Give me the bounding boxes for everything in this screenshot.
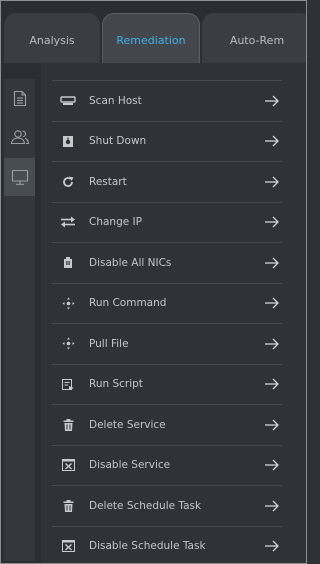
arrow-right-icon xyxy=(262,417,282,433)
scan-host-icon xyxy=(52,93,84,109)
document-icon xyxy=(13,90,26,106)
action-scan-host[interactable]: Scan Host xyxy=(52,80,282,121)
remediation-panel: Scan Host Shut Down Restart Change IP Di… xyxy=(41,63,306,563)
tab-auto-rem[interactable]: Auto-Rem xyxy=(202,13,306,63)
action-disable-schedule-task[interactable]: Disable Schedule Task xyxy=(52,525,282,564)
action-delete-service[interactable]: Delete Service xyxy=(52,404,282,445)
disable-service-icon xyxy=(52,457,84,473)
tab-remediation-label: Remediation xyxy=(116,34,186,47)
pull-file-icon xyxy=(52,336,84,352)
arrow-right-icon xyxy=(262,93,282,109)
trash-icon xyxy=(52,498,84,514)
arrow-right-icon xyxy=(262,214,282,230)
trash-icon xyxy=(52,417,84,433)
tab-auto-rem-label: Auto-Rem xyxy=(229,33,285,47)
tab-remediation[interactable]: Remediation xyxy=(102,13,200,63)
action-run-script[interactable]: Run Script xyxy=(52,363,282,405)
rail-item-users[interactable] xyxy=(4,118,35,156)
action-restart[interactable]: Restart xyxy=(52,161,282,202)
arrow-right-icon xyxy=(262,498,282,514)
arrow-right-icon xyxy=(262,457,282,473)
action-change-ip[interactable]: Change IP xyxy=(52,201,282,243)
disable-nics-icon xyxy=(52,255,84,271)
action-label: Run Command xyxy=(89,297,167,310)
action-label: Scan Host xyxy=(89,94,142,107)
shut-down-icon xyxy=(52,133,84,149)
arrow-right-icon xyxy=(262,174,282,190)
action-pull-file[interactable]: Pull File xyxy=(52,323,282,364)
users-icon xyxy=(10,130,29,145)
action-label: Restart xyxy=(89,175,127,188)
tab-bar: Analysis Remediation Auto-Rem xyxy=(1,1,306,63)
remediation-action-list: Scan Host Shut Down Restart Change IP Di… xyxy=(52,80,282,564)
run-script-icon xyxy=(52,376,84,392)
app-frame: Analysis Remediation Auto-Rem Scan Host … xyxy=(0,0,307,564)
tab-analysis[interactable]: Analysis xyxy=(4,13,100,63)
arrow-right-icon xyxy=(262,133,282,149)
rail-item-endpoint[interactable] xyxy=(4,158,35,196)
action-label: Delete Schedule Task xyxy=(89,499,202,512)
action-disable-all-nics[interactable]: Disable All NICs xyxy=(52,242,282,283)
arrow-right-icon xyxy=(262,255,282,271)
arrow-right-icon xyxy=(262,295,282,311)
tab-analysis-label: Analysis xyxy=(29,33,75,47)
arrow-right-icon xyxy=(262,336,282,352)
run-command-icon xyxy=(52,295,84,311)
action-label: Pull File xyxy=(89,337,129,350)
rail-item-documents[interactable] xyxy=(4,79,35,117)
action-label: Disable Schedule Task xyxy=(89,540,206,553)
action-shut-down[interactable]: Shut Down xyxy=(52,120,282,162)
arrow-right-icon xyxy=(262,376,282,392)
action-label: Delete Service xyxy=(89,418,166,431)
action-delete-schedule-task[interactable]: Delete Schedule Task xyxy=(52,485,282,526)
action-label: Disable Service xyxy=(89,459,171,472)
action-label: Change IP xyxy=(89,216,142,229)
change-ip-icon xyxy=(52,214,84,230)
monitor-icon xyxy=(11,169,28,185)
side-rail xyxy=(1,63,41,563)
restart-icon xyxy=(52,174,84,190)
action-label: Disable All NICs xyxy=(89,256,172,269)
action-label: Run Script xyxy=(89,378,143,391)
action-disable-service[interactable]: Disable Service xyxy=(52,444,282,486)
action-run-command[interactable]: Run Command xyxy=(52,282,282,324)
action-label: Shut Down xyxy=(89,135,147,148)
disable-task-icon xyxy=(52,538,84,554)
arrow-right-icon xyxy=(262,538,282,554)
